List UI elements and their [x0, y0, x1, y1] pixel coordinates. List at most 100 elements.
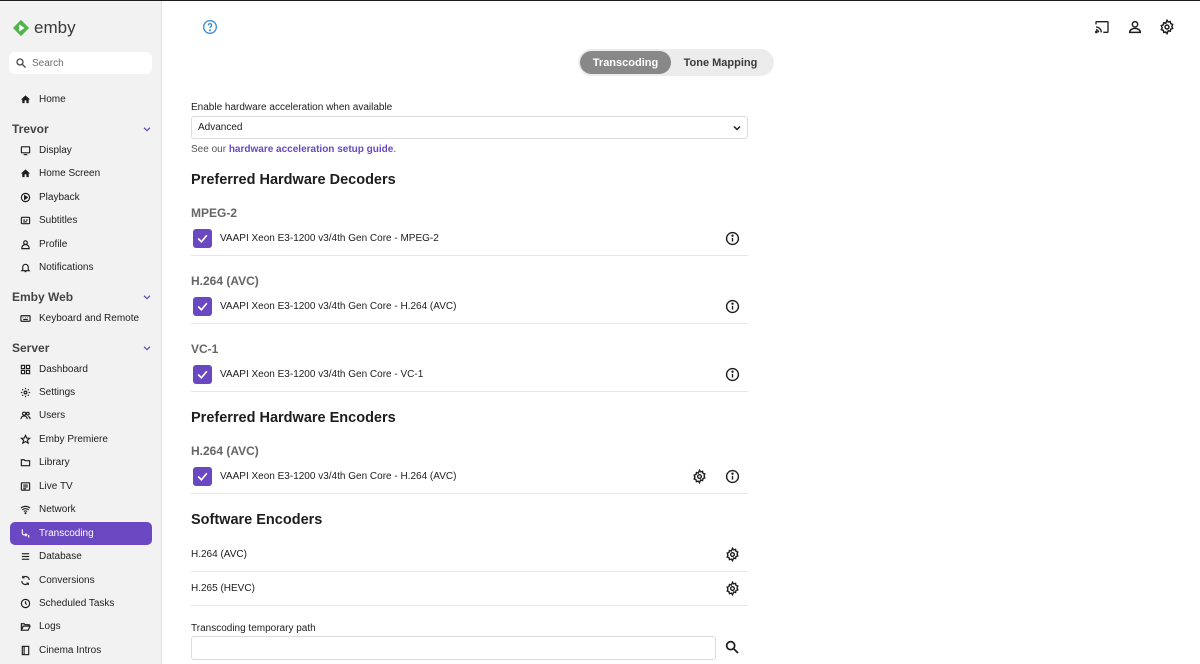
- software-encoder-settings-button[interactable]: [723, 546, 741, 564]
- temp-path-label: Transcoding temporary path: [191, 623, 316, 634]
- sidebar-item-notifications[interactable]: Notifications: [10, 256, 152, 279]
- sidebar-item-subtitles[interactable]: Subtitles: [10, 209, 152, 232]
- sidebar-item-users[interactable]: Users: [10, 404, 152, 427]
- decoder-checkbox[interactable]: [193, 297, 212, 316]
- sidebar-item-display[interactable]: Display: [10, 139, 152, 162]
- cast-button[interactable]: [1092, 17, 1112, 37]
- decoder-name: VAAPI Xeon E3-1200 v3/4th Gen Core - H.2…: [220, 301, 457, 312]
- temp-path-input[interactable]: [191, 636, 716, 660]
- sidebar-item-label: Logs: [39, 621, 61, 632]
- sidebar-item-label: Users: [39, 410, 66, 421]
- sidebar-item-label: Scheduled Tasks: [39, 598, 115, 609]
- software-encoder-name: H.264 (AVC): [191, 549, 247, 560]
- sidebar-item-label: Library: [39, 457, 70, 468]
- emby-logo-icon: [12, 19, 30, 37]
- help-icon: [203, 20, 217, 34]
- sidebar-item-network[interactable]: Network: [10, 498, 152, 521]
- sidebar-item-label: Home Screen: [39, 168, 101, 179]
- hw-accel-select[interactable]: Advanced: [191, 116, 748, 139]
- sidebar-item-conversions[interactable]: Conversions: [10, 569, 152, 592]
- sidebar-item-home-screen[interactable]: Home Screen: [10, 162, 152, 185]
- sidebar-group-label: Emby Web: [12, 290, 74, 304]
- gear-icon: [692, 469, 706, 484]
- sidebar-item-home[interactable]: Home: [10, 88, 152, 111]
- sidebar-item-settings[interactable]: Settings: [10, 381, 152, 404]
- sidebar-item-keyboard-and-remote[interactable]: Keyboard and Remote: [10, 307, 152, 330]
- gear-icon: [725, 581, 739, 596]
- keyboard-icon: [20, 315, 31, 322]
- sidebar: emby Search Home Trevor Display Home Scr…: [0, 1, 162, 664]
- sidebar-item-label: Notifications: [39, 262, 94, 273]
- sidebar-item-dashboard[interactable]: Dashboard: [10, 358, 152, 381]
- decoder-checkbox[interactable]: [193, 229, 212, 248]
- sidebar-item-label: Playback: [39, 192, 80, 203]
- sidebar-item-playback[interactable]: Playback: [10, 186, 152, 209]
- browse-path-button[interactable]: [722, 637, 742, 657]
- transcode-icon: [21, 529, 30, 538]
- info-icon: [725, 367, 739, 382]
- decoders-heading: Preferred Hardware Decoders: [191, 172, 396, 188]
- decoder-row: VAAPI Xeon E3-1200 v3/4th Gen Core - VC-…: [191, 358, 748, 392]
- info-icon: [725, 299, 739, 314]
- emby-logo[interactable]: emby: [12, 13, 76, 43]
- encoder-checkbox[interactable]: [193, 467, 212, 486]
- tab-tone-mapping[interactable]: Tone Mapping: [671, 51, 770, 74]
- sidebar-group-label: Trevor: [12, 122, 49, 136]
- sidebar-item-transcoding[interactable]: Transcoding: [10, 522, 152, 545]
- sidebar-item-live-tv[interactable]: Live TV: [10, 475, 152, 498]
- help-prefix: See our: [191, 144, 229, 155]
- folder-icon: [20, 459, 31, 467]
- codec-heading: VC-1: [191, 342, 219, 356]
- codec-heading: H.264 (AVC): [191, 274, 259, 288]
- info-button[interactable]: [723, 366, 741, 384]
- settings-button[interactable]: [1157, 17, 1177, 37]
- star-icon: [20, 434, 31, 445]
- hw-accel-guide-link[interactable]: hardware acceleration setup guide: [229, 144, 394, 155]
- sync-icon: [21, 575, 30, 586]
- info-button[interactable]: [723, 230, 741, 248]
- info-button[interactable]: [723, 468, 741, 486]
- users-icon: [20, 411, 31, 420]
- hw-accel-value: Advanced: [198, 122, 243, 133]
- search-box[interactable]: Search: [9, 52, 152, 74]
- tab-bar: Transcoding Tone Mapping: [578, 49, 774, 76]
- database-icon: [21, 553, 30, 560]
- chevron-down-icon: [143, 127, 151, 132]
- sidebar-item-database[interactable]: Database: [10, 545, 152, 568]
- sidebar-item-label: Settings: [39, 387, 76, 398]
- sidebar-group-label: Server: [12, 341, 50, 355]
- sidebar-item-label: Dashboard: [39, 364, 88, 375]
- sidebar-item-emby-premiere[interactable]: Emby Premiere: [10, 428, 152, 451]
- sidebar-group-server[interactable]: Server: [12, 339, 152, 357]
- gear-icon: [20, 387, 31, 398]
- subtitles-icon: [20, 216, 31, 225]
- encoder-settings-button[interactable]: [690, 468, 708, 486]
- bell-icon: [20, 263, 31, 273]
- chevron-down-icon: [733, 125, 741, 131]
- hw-accel-help: See our hardware acceleration setup guid…: [191, 144, 396, 155]
- sidebar-group-emby-web[interactable]: Emby Web: [12, 288, 152, 306]
- sidebar-group-trevor[interactable]: Trevor: [12, 120, 152, 138]
- sidebar-item-scheduled-tasks[interactable]: Scheduled Tasks: [10, 592, 152, 615]
- software-encoder-settings-button[interactable]: [723, 580, 741, 598]
- info-button[interactable]: [723, 298, 741, 316]
- help-button[interactable]: [200, 17, 220, 37]
- decoder-checkbox[interactable]: [193, 365, 212, 384]
- encoders-heading: Preferred Hardware Encoders: [191, 410, 396, 426]
- sidebar-item-logs[interactable]: Logs: [10, 615, 152, 638]
- sidebar-item-profile[interactable]: Profile: [10, 233, 152, 256]
- cast-icon: [1095, 21, 1109, 34]
- software-encoder-row: H.264 (AVC): [191, 538, 748, 572]
- home-icon: [20, 169, 31, 178]
- chevron-down-icon: [143, 346, 151, 351]
- sidebar-item-label: Conversions: [39, 575, 95, 586]
- sidebar-item-cinema-intros[interactable]: Cinema Intros: [10, 639, 152, 662]
- user-button[interactable]: [1125, 17, 1145, 37]
- tab-transcoding[interactable]: Transcoding: [580, 51, 671, 74]
- decoder-name: VAAPI Xeon E3-1200 v3/4th Gen Core - MPE…: [220, 233, 439, 244]
- search-placeholder: Search: [32, 57, 64, 69]
- settings-icon: [1160, 19, 1174, 35]
- sidebar-item-library[interactable]: Library: [10, 451, 152, 474]
- check-icon: [197, 234, 208, 243]
- wifi-icon: [20, 505, 31, 515]
